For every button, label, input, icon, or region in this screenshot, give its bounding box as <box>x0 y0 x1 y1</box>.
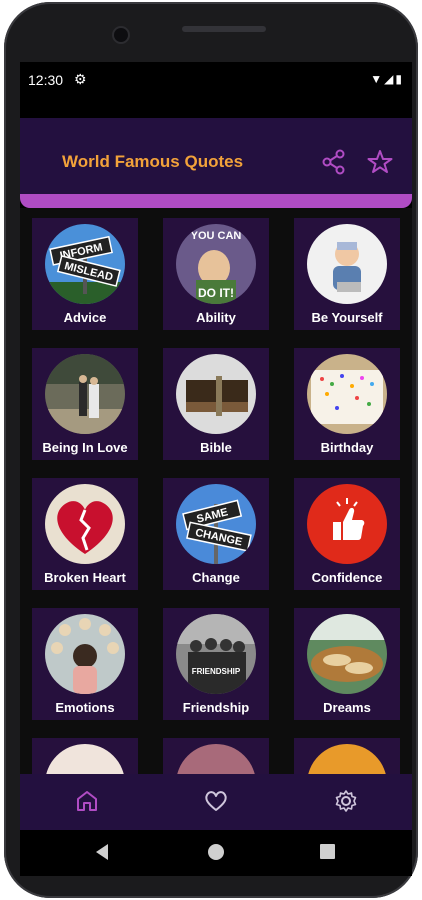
advice-image: INFORM MISLEAD <box>45 224 125 304</box>
back-icon[interactable] <box>96 844 108 860</box>
star-icon[interactable] <box>366 148 394 176</box>
category-label: Confidence <box>311 570 383 585</box>
being-in-love-image <box>45 354 125 434</box>
signal-icon: ◢ <box>384 72 396 86</box>
bible-image <box>176 354 256 434</box>
system-nav-bar <box>20 830 412 876</box>
category-being-in-love[interactable]: Being In Love <box>32 348 138 460</box>
category-grid: INFORM MISLEAD Advice YOU CAN DO IT! Abi… <box>20 208 412 774</box>
broken-heart-image <box>45 484 125 564</box>
category-ability[interactable]: YOU CAN DO IT! Ability <box>163 218 269 330</box>
heart-icon[interactable] <box>203 788 229 814</box>
category-partial-1[interactable] <box>32 738 138 774</box>
screen: 12:30 ⚙ ▼◢▮ World Famous Quotes INFORM M… <box>20 62 412 876</box>
category-birthday[interactable]: Birthday <box>294 348 400 460</box>
status-bar: 12:30 ⚙ ▼◢▮ <box>20 62 412 118</box>
partial-image-2 <box>176 744 256 774</box>
category-bible[interactable]: Bible <box>163 348 269 460</box>
confidence-image <box>307 484 387 564</box>
emotions-image <box>45 614 125 694</box>
app-bar: World Famous Quotes <box>20 118 412 194</box>
category-partial-2[interactable] <box>163 738 269 774</box>
change-image: SAME CHANGE <box>176 484 256 564</box>
category-partial-3[interactable] <box>294 738 400 774</box>
recents-icon[interactable] <box>320 844 335 859</box>
category-label: Advice <box>63 310 107 325</box>
category-broken-heart[interactable]: Broken Heart <box>32 478 138 590</box>
ability-caption-top: YOU CAN <box>191 230 242 242</box>
category-label: Ability <box>196 310 236 325</box>
status-icons: ▼◢▮ <box>370 72 404 86</box>
system-home-icon[interactable] <box>208 844 224 860</box>
category-change[interactable]: SAME CHANGE Change <box>163 478 269 590</box>
app-title: World Famous Quotes <box>62 152 244 171</box>
category-label: Dreams <box>323 700 371 715</box>
partial-image-3 <box>307 744 387 774</box>
category-label: Being In Love <box>42 440 128 455</box>
phone-frame: 12:30 ⚙ ▼◢▮ World Famous Quotes INFORM M… <box>4 2 418 898</box>
home-icon[interactable] <box>74 788 100 814</box>
category-label: Bible <box>200 440 232 455</box>
category-label: Change <box>192 570 240 585</box>
speaker-grille <box>182 26 266 32</box>
ability-caption-bottom: DO IT! <box>198 286 234 300</box>
friendship-image: FRIENDSHIP <box>176 614 256 694</box>
category-label: Friendship <box>182 700 250 715</box>
battery-icon: ▮ <box>395 72 404 86</box>
front-camera <box>114 28 128 42</box>
status-time: 12:30 <box>28 72 64 88</box>
ability-image: YOU CAN DO IT! <box>176 224 256 304</box>
dreams-image <box>307 614 387 694</box>
friendship-caption: FRIENDSHIP <box>192 667 241 676</box>
category-friendship[interactable]: FRIENDSHIP Friendship <box>163 608 269 720</box>
settings-gear-icon: ⚙ <box>74 71 87 87</box>
share-icon[interactable] <box>320 148 348 176</box>
partial-image-1 <box>45 744 125 774</box>
birthday-image <box>307 354 387 434</box>
settings-icon[interactable] <box>333 788 359 814</box>
category-advice[interactable]: INFORM MISLEAD Advice <box>32 218 138 330</box>
category-label: Broken Heart <box>44 570 126 585</box>
category-label: Birthday <box>320 440 374 455</box>
category-confidence[interactable]: Confidence <box>294 478 400 590</box>
bottom-nav <box>20 774 412 830</box>
category-be-yourself[interactable]: Be Yourself <box>294 218 400 330</box>
be-yourself-image <box>307 224 387 304</box>
category-dreams[interactable]: Dreams <box>294 608 400 720</box>
category-label: Emotions <box>55 700 115 715</box>
category-emotions[interactable]: Emotions <box>32 608 138 720</box>
accent-bar <box>20 194 412 208</box>
wifi-icon: ▼ <box>370 72 385 86</box>
category-label: Be Yourself <box>311 310 383 325</box>
